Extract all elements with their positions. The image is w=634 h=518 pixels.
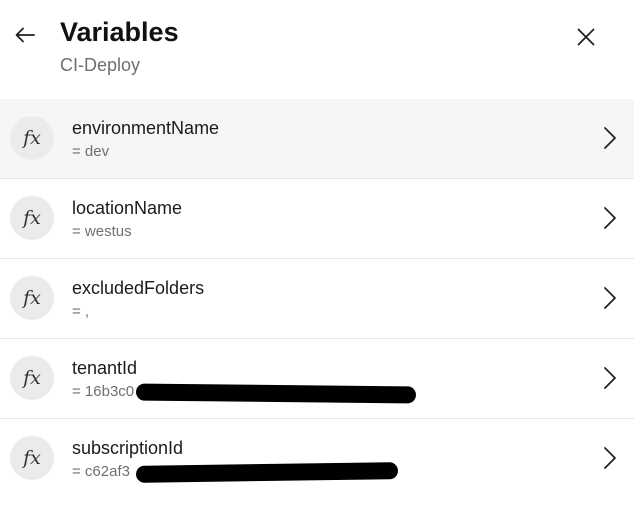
variable-fx-icon: fx (10, 196, 54, 240)
variable-row-environmentName[interactable]: fx environmentName = dev (0, 99, 634, 179)
variable-row-tenantId[interactable]: fx tenantId = 16b3c0 (0, 339, 634, 419)
chevron-right-icon (600, 125, 620, 151)
chevron-right-icon (600, 445, 620, 471)
page-title: Variables (60, 17, 179, 47)
chevron-right-icon (600, 285, 620, 311)
panel-header: Variables CI-Deploy (0, 0, 634, 98)
variable-name: environmentName (72, 118, 220, 138)
variable-fx-icon: fx (10, 276, 54, 320)
back-button[interactable] (12, 22, 38, 48)
variable-fx-icon: fx (10, 356, 54, 400)
variable-name: subscriptionId (72, 438, 184, 458)
close-button[interactable] (573, 24, 599, 50)
variable-value: = 16b3c0 (72, 383, 135, 400)
arrow-left-icon (15, 27, 35, 43)
variable-row-locationName[interactable]: fx locationName = westus (0, 179, 634, 259)
variable-value: = westus (72, 223, 132, 240)
variable-name: excludedFolders (72, 278, 205, 298)
close-icon (577, 28, 595, 46)
variable-fx-icon: fx (10, 436, 54, 480)
variable-fx-icon: fx (10, 116, 54, 160)
variable-row-excludedFolders[interactable]: fx excludedFolders = , (0, 259, 634, 339)
variable-name: locationName (72, 198, 183, 218)
variables-list: fx environmentName = dev fx locationName… (0, 99, 634, 499)
redaction-mark (135, 462, 399, 483)
variables-panel: Variables CI-Deploy fx environmentName =… (0, 0, 634, 518)
chevron-right-icon (600, 205, 620, 231)
redaction-mark (135, 383, 417, 404)
page-subtitle: CI-Deploy (60, 55, 141, 75)
chevron-right-icon (600, 365, 620, 391)
variable-row-subscriptionId[interactable]: fx subscriptionId = c62af3 (0, 419, 634, 499)
variable-value: = c62af3 (72, 463, 130, 480)
variable-value: = dev (72, 143, 110, 160)
variable-name: tenantId (72, 358, 138, 378)
variable-value: = , (72, 303, 90, 320)
